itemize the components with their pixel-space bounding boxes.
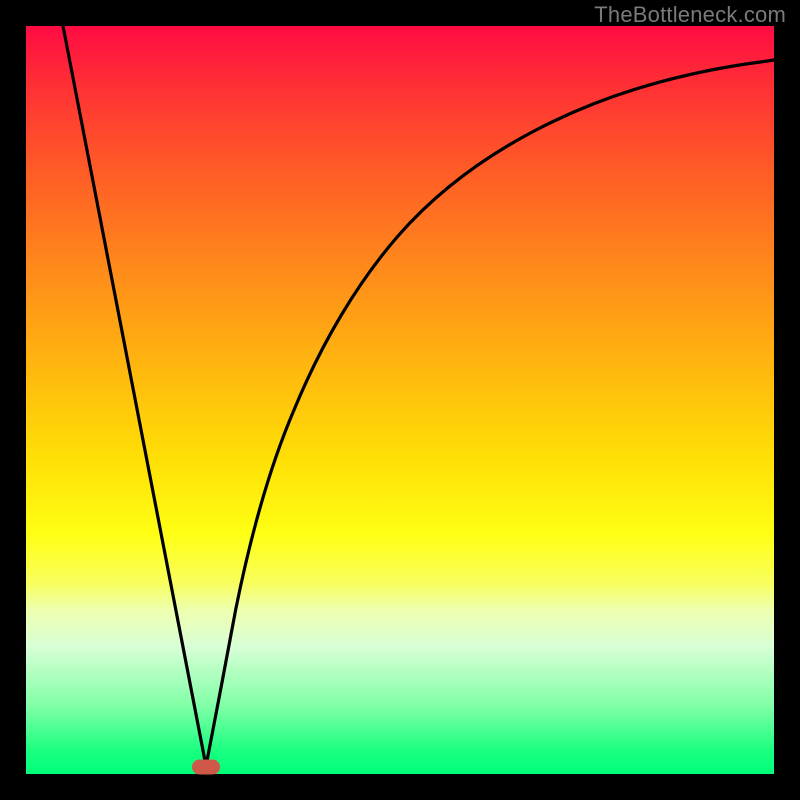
curve-path [63,26,774,766]
plot-area [26,26,774,774]
chart-frame: TheBottleneck.com [0,0,800,800]
well-marker [192,760,220,775]
watermark-text: TheBottleneck.com [594,2,786,28]
curve-svg [26,26,774,774]
